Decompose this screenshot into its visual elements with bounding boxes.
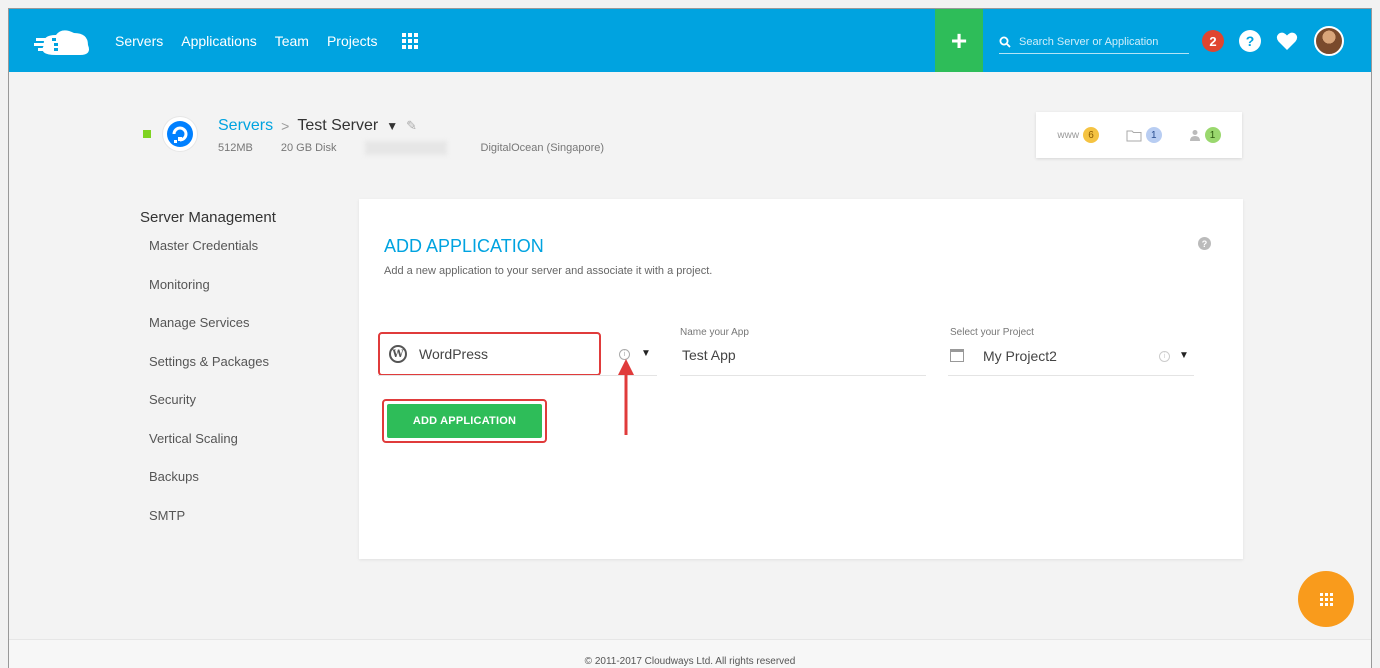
add-new-button[interactable]: + (935, 9, 983, 72)
digitalocean-icon (163, 117, 197, 151)
project-select-value[interactable]: My Project2 (983, 348, 1057, 364)
server-header: Servers > Test Server ▼ ✎ 512MB 20 GB Di… (135, 109, 695, 169)
www-icon: www (1057, 129, 1080, 141)
server-provider: DigitalOcean (Singapore) (480, 142, 605, 154)
nav-projects[interactable]: Projects (327, 33, 378, 49)
user-avatar[interactable] (1314, 26, 1344, 56)
server-status-indicator (143, 130, 151, 138)
heart-icon[interactable] (1276, 31, 1298, 51)
help-icon[interactable]: ? (1239, 30, 1261, 52)
nav-servers[interactable]: Servers (115, 33, 163, 49)
app-name-input[interactable]: Test App (682, 347, 736, 363)
server-management-sidebar: Server Management Master Credentials Mon… (140, 209, 340, 546)
sidebar-item-monitoring[interactable]: Monitoring (149, 277, 340, 316)
sidebar-item-backups[interactable]: Backups (149, 469, 340, 508)
application-select-value: WordPress (419, 346, 488, 362)
add-application-card: ADD APPLICATION Add a new application to… (359, 199, 1243, 559)
server-ram: 512MB (218, 142, 253, 154)
breadcrumb-separator: > (281, 118, 290, 134)
users-icon (1189, 129, 1200, 141)
folder-count-badge: 1 (1145, 127, 1162, 143)
sidebar-item-settings-packages[interactable]: Settings & Packages (149, 354, 340, 393)
sidebar-item-smtp[interactable]: SMTP (149, 508, 340, 547)
quick-actions-fab[interactable] (1298, 571, 1354, 627)
add-application-highlight: ADD APPLICATION (382, 399, 547, 443)
top-navigation-bar: Servers Applications Team Projects + Sea… (9, 9, 1371, 72)
sidebar-item-manage-services[interactable]: Manage Services (149, 315, 340, 354)
stat-folders[interactable]: 1 (1126, 127, 1162, 143)
project-label: Select your Project (950, 327, 1034, 338)
server-stats-box: www 6 1 1 (1036, 112, 1242, 158)
breadcrumb: Servers > Test Server ▼ ✎ (218, 117, 417, 135)
app-name-underline (680, 375, 926, 376)
project-calendar-icon (950, 349, 964, 362)
apps-grid-icon (1319, 592, 1333, 606)
edit-name-pencil-icon[interactable]: ✎ (406, 118, 417, 134)
stat-users[interactable]: 1 (1189, 127, 1221, 143)
application-dropdown-caret-icon[interactable]: ▼ (641, 348, 651, 359)
app-name-label: Name your App (680, 327, 749, 338)
nav-team[interactable]: Team (275, 33, 309, 49)
stat-www[interactable]: www 6 (1057, 127, 1100, 143)
cloudways-logo[interactable] (34, 27, 94, 57)
search-icon (999, 36, 1011, 48)
sidebar-item-security[interactable]: Security (149, 392, 340, 431)
nav-applications[interactable]: Applications (181, 33, 257, 49)
server-switcher-caret-icon[interactable]: ▼ (386, 119, 398, 133)
main-nav: Servers Applications Team Projects (115, 9, 418, 72)
wordpress-icon: W (389, 345, 407, 363)
server-disk: 20 GB Disk (280, 142, 337, 154)
footer-copyright: © 2011-2017 Cloudways Ltd. All rights re… (584, 656, 796, 667)
search-placeholder: Search Server or Application (1019, 35, 1159, 48)
server-name: Test Server (297, 117, 379, 134)
project-dropdown-caret-icon[interactable]: ▼ (1179, 350, 1189, 361)
red-annotation-arrow-icon (618, 359, 634, 435)
sidebar-item-master-credentials[interactable]: Master Credentials (149, 238, 340, 277)
app-window: Servers Applications Team Projects + Sea… (8, 8, 1372, 668)
breadcrumb-servers-link[interactable]: Servers (218, 117, 273, 135)
server-meta: 512MB 20 GB Disk DigitalOcean (Singapore… (218, 141, 632, 155)
search-input[interactable]: Search Server or Application (999, 30, 1189, 54)
project-info-icon[interactable]: i (1159, 351, 1170, 362)
help-question-icon[interactable]: ? (1198, 237, 1211, 250)
card-title: ADD APPLICATION (384, 236, 544, 256)
notifications-badge[interactable]: 2 (1202, 30, 1224, 52)
project-select-underline (948, 375, 1194, 376)
add-application-button[interactable]: ADD APPLICATION (387, 404, 542, 438)
www-count-badge: 6 (1083, 127, 1100, 143)
footer: © 2011-2017 Cloudways Ltd. All rights re… (9, 639, 1371, 668)
server-ip-redacted (364, 141, 447, 155)
apps-grid-icon[interactable] (401, 32, 418, 49)
card-subtitle: Add a new application to your server and… (384, 265, 713, 277)
folder-icon (1126, 130, 1142, 141)
sidebar-item-vertical-scaling[interactable]: Vertical Scaling (149, 431, 340, 470)
sidebar-title: Server Management (140, 209, 276, 226)
users-count-badge: 1 (1204, 127, 1221, 143)
application-select[interactable]: W WordPress (378, 332, 601, 376)
